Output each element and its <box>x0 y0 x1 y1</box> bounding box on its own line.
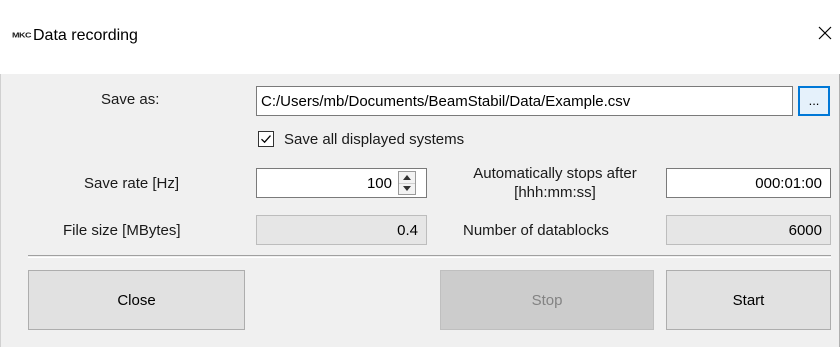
checkmark-icon <box>261 135 271 144</box>
auto-stop-label: Automatically stops after [hhh:mm:ss] <box>455 164 655 202</box>
save-as-path-text: C:/Users/mb/Documents/BeamStabil/Data/Ex… <box>261 92 631 110</box>
auto-stop-input[interactable]: 000:01:00 <box>666 168 831 198</box>
start-button-label: Start <box>732 291 765 309</box>
save-rate-value: 100 <box>366 174 392 192</box>
start-button[interactable]: Start <box>666 270 831 330</box>
spin-up-icon[interactable] <box>399 172 415 183</box>
window-title: Data recording <box>33 27 138 44</box>
browse-button[interactable]: ... <box>798 86 830 116</box>
close-button[interactable]: Close <box>28 270 245 330</box>
title-bar: MKC Data recording <box>0 0 840 74</box>
save-all-label[interactable]: Save all displayed systems <box>284 131 464 148</box>
stop-button-label: Stop <box>531 291 563 309</box>
file-size-value: 0.4 <box>397 221 418 239</box>
save-all-checkbox[interactable] <box>258 131 274 147</box>
auto-stop-label-line1: Automatically stops after <box>473 165 637 182</box>
window-border <box>0 74 1 347</box>
auto-stop-value: 000:01:00 <box>755 174 822 192</box>
datablocks-value: 6000 <box>788 221 822 239</box>
file-size-display: 0.4 <box>256 215 427 245</box>
save-as-label: Save as: <box>101 91 160 108</box>
close-button-label: Close <box>117 291 156 309</box>
save-rate-spinner[interactable] <box>398 171 416 195</box>
spin-down-icon[interactable] <box>399 182 415 195</box>
browse-button-label: ... <box>808 93 820 108</box>
auto-stop-label-line2: [hhh:mm:ss] <box>514 184 596 201</box>
separator <box>28 255 831 258</box>
save-rate-label: Save rate [Hz] <box>84 175 180 192</box>
file-size-label: File size [MBytes] <box>63 222 181 239</box>
close-icon[interactable] <box>810 18 840 48</box>
app-logo-icon: MKC <box>12 31 32 39</box>
save-as-path-input[interactable]: C:/Users/mb/Documents/BeamStabil/Data/Ex… <box>256 86 793 116</box>
datablocks-display: 6000 <box>666 215 831 245</box>
datablocks-label: Number of datablocks <box>463 222 609 239</box>
stop-button[interactable]: Stop <box>440 270 654 330</box>
